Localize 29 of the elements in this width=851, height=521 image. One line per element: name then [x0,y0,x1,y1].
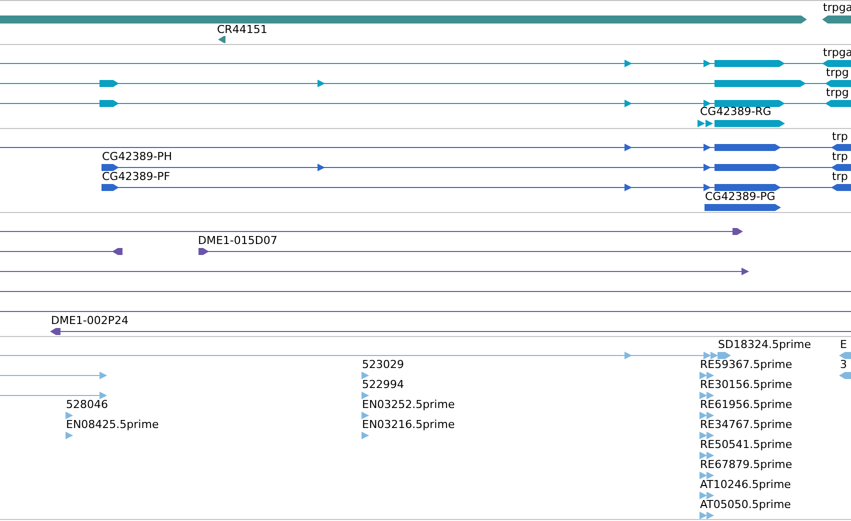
feature-label: trp [832,170,848,183]
feature-label: 523029 [362,358,404,371]
feature-label: RE50541.5prime [700,438,792,451]
feature-label: EN08425.5prime [66,418,159,431]
feature-label: CG42389-PF [102,170,170,183]
feature-label: RE34767.5prime [700,418,792,431]
feature-label: AT10246.5prime [700,478,791,491]
feature-label: RE61956.5prime [700,398,792,411]
feature-label: 522994 [362,378,404,391]
feature-label: AT05050.5prime [700,498,791,511]
feature-label: CR44151 [217,23,268,36]
feature-label: trpg [826,86,849,99]
feature-label: CG42389-PH [102,150,172,163]
feature-label: E [840,338,847,351]
feature-label: RE30156.5prime [700,378,792,391]
feature-label: EN03216.5prime [362,418,455,431]
feature-label: RE67879.5prime [700,458,792,471]
feature-label: trp [832,150,848,163]
feature-label: trpg [826,66,849,79]
feature-label: DME1-002P24 [51,314,129,327]
feature-label: RE59367.5prime [700,358,792,371]
feature-label: 528046 [66,398,108,411]
feature-label: DME1-015D07 [198,234,278,247]
feature-label: trp [832,130,848,143]
feature-label: EN03252.5prime [362,398,455,411]
feature-label: CG42389-PG [705,190,776,203]
feature-label: CG42389-RG [700,105,772,118]
feature-label: 3 [840,358,847,371]
feature-label: SD18324.5prime [718,338,811,351]
